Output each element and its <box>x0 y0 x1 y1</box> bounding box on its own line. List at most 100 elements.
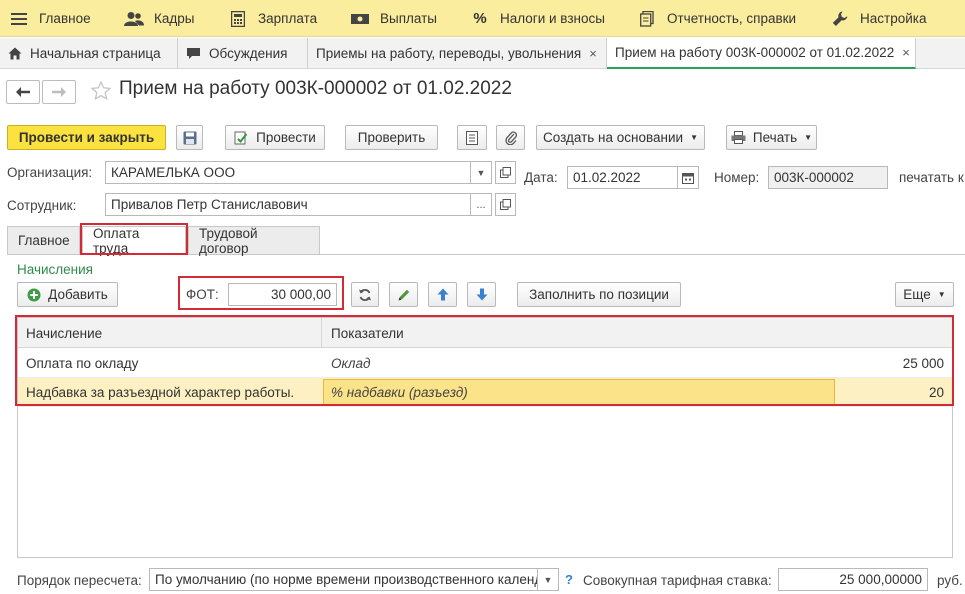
arrow-left-icon <box>16 87 30 97</box>
highlight-frame-tab <box>80 223 188 255</box>
dropdown-caret-icon: ▼ <box>690 133 698 142</box>
number-field[interactable]: 003К-000002 <box>768 166 888 189</box>
list-icon <box>466 130 478 145</box>
window-tabs-bar: Начальная страница Обсуждения Приемы на … <box>0 38 965 69</box>
tab-employment-contract[interactable]: Трудовой договор <box>188 226 320 256</box>
date-field[interactable]: 01.02.2022 <box>567 166 678 189</box>
printer-icon <box>731 131 746 144</box>
date-label: Дата: <box>524 170 558 185</box>
menu-label: Налоги и взносы <box>500 11 605 26</box>
more-label: Еще <box>903 287 931 302</box>
tab-hiring-list[interactable]: Приемы на работу, переводы, увольнения × <box>308 38 607 68</box>
arrow-down-icon <box>476 288 488 301</box>
calculator-icon <box>228 10 248 27</box>
help-icon[interactable]: ? <box>565 572 573 587</box>
open-window-icon <box>500 199 511 210</box>
list-button[interactable] <box>457 125 487 150</box>
accruals-section-title: Начисления <box>17 262 93 277</box>
tab-home[interactable]: Начальная страница <box>0 38 178 68</box>
refresh-button[interactable] <box>351 282 379 307</box>
currency-label: руб. <box>937 573 963 588</box>
save-button[interactable] <box>176 125 203 150</box>
add-plus-icon <box>27 288 41 302</box>
fill-by-position-button[interactable]: Заполнить по позиции <box>517 282 681 307</box>
create-based-label: Создать на основании <box>543 130 684 145</box>
menu-label: Кадры <box>154 11 195 26</box>
check-button[interactable]: Проверить <box>345 125 438 150</box>
menu-item-settings[interactable]: Настройка <box>830 0 926 37</box>
recalc-order-field[interactable]: По умолчанию (по норме времени производс… <box>149 568 538 591</box>
organization-dropdown-button[interactable]: ▼ <box>471 161 492 184</box>
edit-button[interactable] <box>389 282 418 307</box>
menu-item-payments[interactable]: Выплаты <box>350 0 437 37</box>
reports-icon <box>637 10 657 27</box>
more-button[interactable]: Еще ▼ <box>895 282 954 307</box>
favorite-star-icon[interactable] <box>90 80 112 103</box>
wrench-icon <box>830 11 850 27</box>
highlight-frame-table <box>15 315 954 406</box>
back-button[interactable] <box>6 80 40 104</box>
dropdown-caret-icon: ▼ <box>804 133 813 142</box>
total-rate-field[interactable]: 25 000,00000 <box>778 568 928 591</box>
print-options-label: печатать к <box>899 170 964 185</box>
move-up-button[interactable] <box>428 282 457 307</box>
organization-field[interactable]: КАРАМЕЛЬКА ООО <box>105 161 471 184</box>
close-icon[interactable]: × <box>902 45 910 60</box>
hamburger-icon <box>9 12 29 26</box>
menu-item-main[interactable]: Главное <box>9 0 91 37</box>
menu-label: Отчетность, справки <box>667 11 797 26</box>
tab-hiring-document[interactable]: Прием на работу 003К-000002 от 01.02.202… <box>607 38 916 69</box>
percent-icon: % <box>473 10 487 27</box>
tab-label: Прием на работу 003К-000002 от 01.02.202… <box>615 45 895 60</box>
attach-button[interactable] <box>496 125 525 150</box>
employee-open-button[interactable] <box>495 193 516 216</box>
tab-main[interactable]: Главное <box>7 226 80 254</box>
organization-open-button[interactable] <box>495 161 516 184</box>
tab-discussions[interactable]: Обсуждения <box>178 38 308 68</box>
dropdown-caret-icon: ▼ <box>937 290 946 299</box>
menu-label: Настройка <box>860 11 927 26</box>
menu-item-reports[interactable]: Отчетность, справки <box>637 0 796 37</box>
floppy-disk-icon <box>183 131 197 145</box>
print-button[interactable]: Печать ▼ <box>726 125 817 150</box>
move-down-button[interactable] <box>467 282 496 307</box>
add-button[interactable]: Добавить <box>17 282 118 307</box>
page-title: Прием на работу 003К-000002 от 01.02.202… <box>119 78 512 99</box>
home-icon <box>8 47 22 60</box>
menu-label: Выплаты <box>380 11 437 26</box>
chat-icon <box>186 47 201 60</box>
employee-select-button[interactable]: ... <box>471 193 492 216</box>
menu-label: Зарплата <box>258 11 318 26</box>
employee-label: Сотрудник: <box>7 198 77 213</box>
print-label: Печать <box>752 130 798 145</box>
number-label: Номер: <box>714 170 760 185</box>
employee-field[interactable]: Привалов Петр Станиславович <box>105 193 471 216</box>
arrow-right-icon <box>52 87 66 97</box>
post-document-icon <box>234 131 248 145</box>
forward-button[interactable] <box>42 80 76 104</box>
pencil-icon <box>397 288 411 302</box>
arrow-up-icon <box>437 288 449 301</box>
create-based-on-button[interactable]: Создать на основании ▼ <box>536 125 705 150</box>
menu-label: Главное <box>39 11 91 26</box>
post-button[interactable]: Провести <box>225 125 325 150</box>
menu-item-taxes[interactable]: % Налоги и взносы <box>470 0 605 37</box>
refresh-icon <box>358 288 372 302</box>
menu-item-salary[interactable]: Зарплата <box>228 0 317 37</box>
highlight-frame-fot <box>178 276 344 310</box>
close-icon[interactable]: × <box>589 46 597 61</box>
tab-label: Начальная страница <box>30 45 161 61</box>
tab-label: Приемы на работу, переводы, увольнения <box>316 45 582 61</box>
tab-label: Обсуждения <box>209 45 288 61</box>
add-label: Добавить <box>48 287 108 302</box>
total-rate-label: Совокупная тарифная ставка: <box>583 573 772 588</box>
recalc-order-label: Порядок пересчета: <box>17 573 142 588</box>
calendar-icon <box>682 172 694 184</box>
menu-item-hr[interactable]: Кадры <box>124 0 194 37</box>
post-label: Провести <box>256 130 316 145</box>
cash-icon <box>350 13 370 25</box>
organization-label: Организация: <box>7 165 93 180</box>
recalc-order-dropdown-button[interactable]: ▼ <box>538 568 559 591</box>
calendar-button[interactable] <box>678 166 699 189</box>
post-and-close-button[interactable]: Провести и закрыть <box>7 125 166 150</box>
